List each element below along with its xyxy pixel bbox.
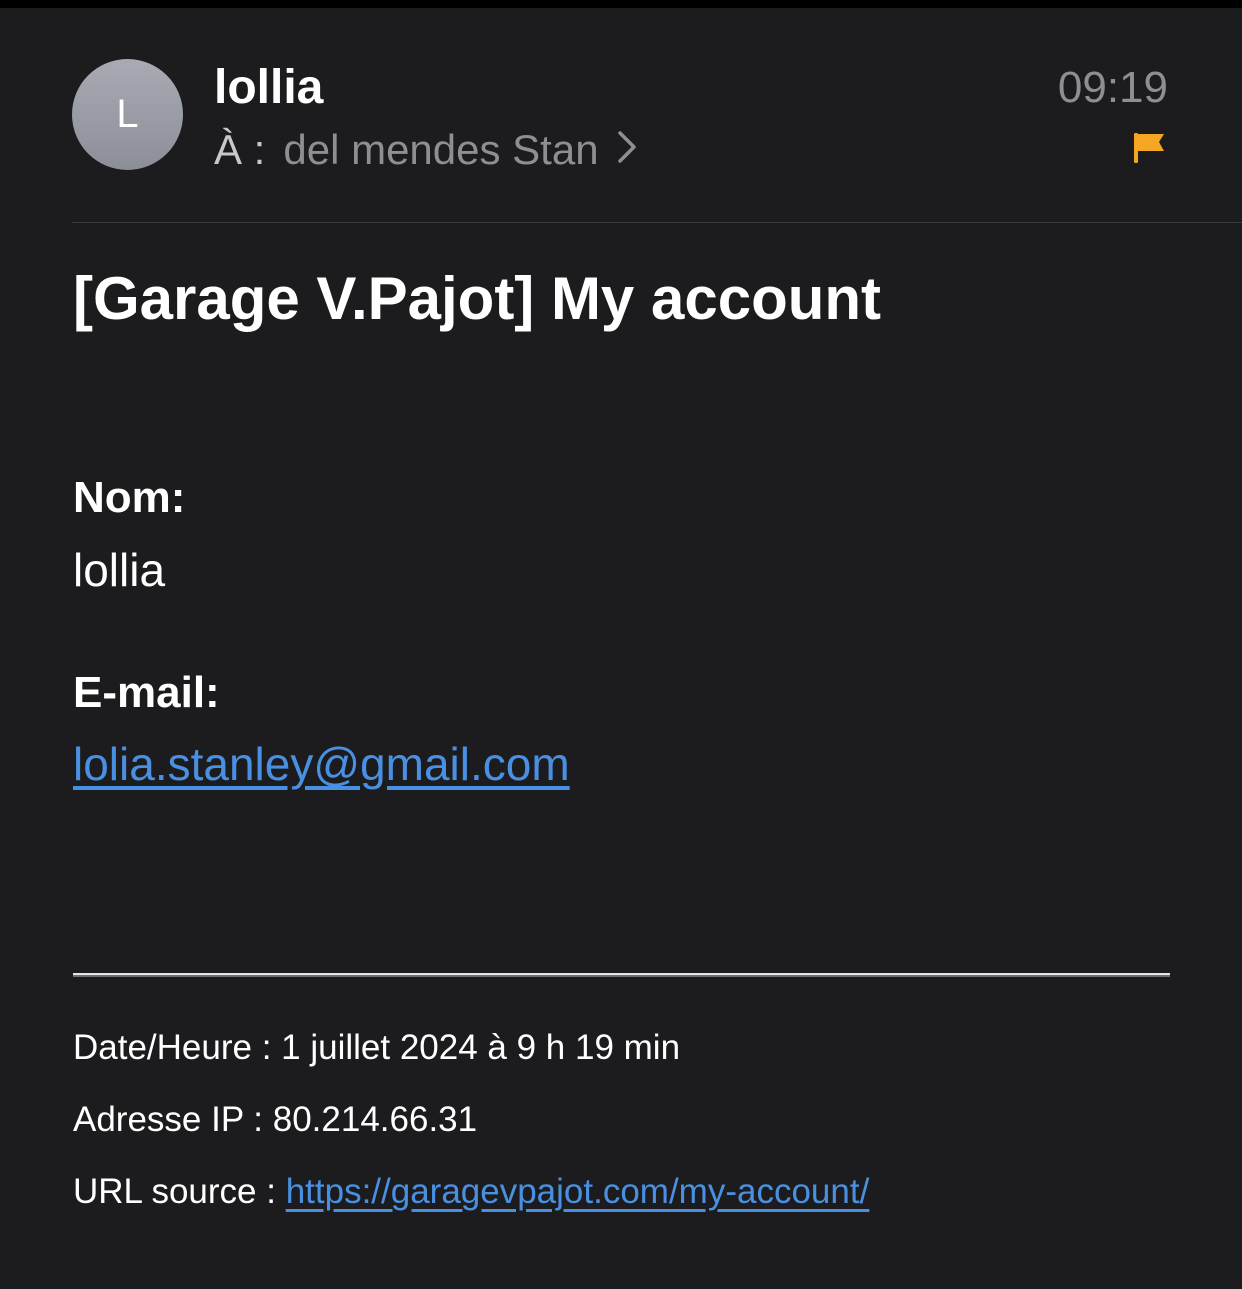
ip-value: 80.214.66.31 (272, 1100, 478, 1139)
email-link[interactable]: lolia.stanley@gmail.com (73, 737, 570, 791)
name-label: Nom: (73, 473, 186, 522)
datetime-value: 1 juillet 2024 à 9 h 19 min (281, 1028, 681, 1067)
top-edge-bar (0, 0, 1242, 8)
url-label: URL source : (73, 1172, 276, 1211)
recipient-name[interactable]: del mendes Stan (283, 122, 598, 178)
chevron-right-icon[interactable] (617, 122, 637, 178)
ip-line: Adresse IP : 80.214.66.31 (73, 1098, 477, 1142)
source-url-link[interactable]: https://garagevpajot.com/my-account/ (286, 1172, 870, 1211)
datetime-line: Date/Heure : 1 juillet 2024 à 9 h 19 min (73, 1026, 680, 1070)
sender-name[interactable]: lollia (214, 60, 323, 116)
flag-icon[interactable] (1132, 131, 1166, 170)
datetime-label: Date/Heure : (73, 1028, 272, 1067)
message-time: 09:19 (1057, 63, 1168, 112)
email-label: E-mail: (73, 668, 220, 717)
recipient-row[interactable]: À : del mendes Stan (214, 122, 637, 178)
avatar[interactable]: L (72, 59, 183, 170)
to-label: À : (214, 126, 266, 173)
url-line: URL source : https://garagevpajot.com/my… (73, 1170, 869, 1214)
email-subject: [Garage V.Pajot] My account (73, 265, 882, 332)
avatar-initial: L (116, 92, 139, 136)
header-divider (72, 222, 1242, 223)
name-value: lollia (73, 544, 166, 596)
ip-label: Adresse IP : (73, 1100, 264, 1139)
horizontal-rule (73, 973, 1170, 977)
